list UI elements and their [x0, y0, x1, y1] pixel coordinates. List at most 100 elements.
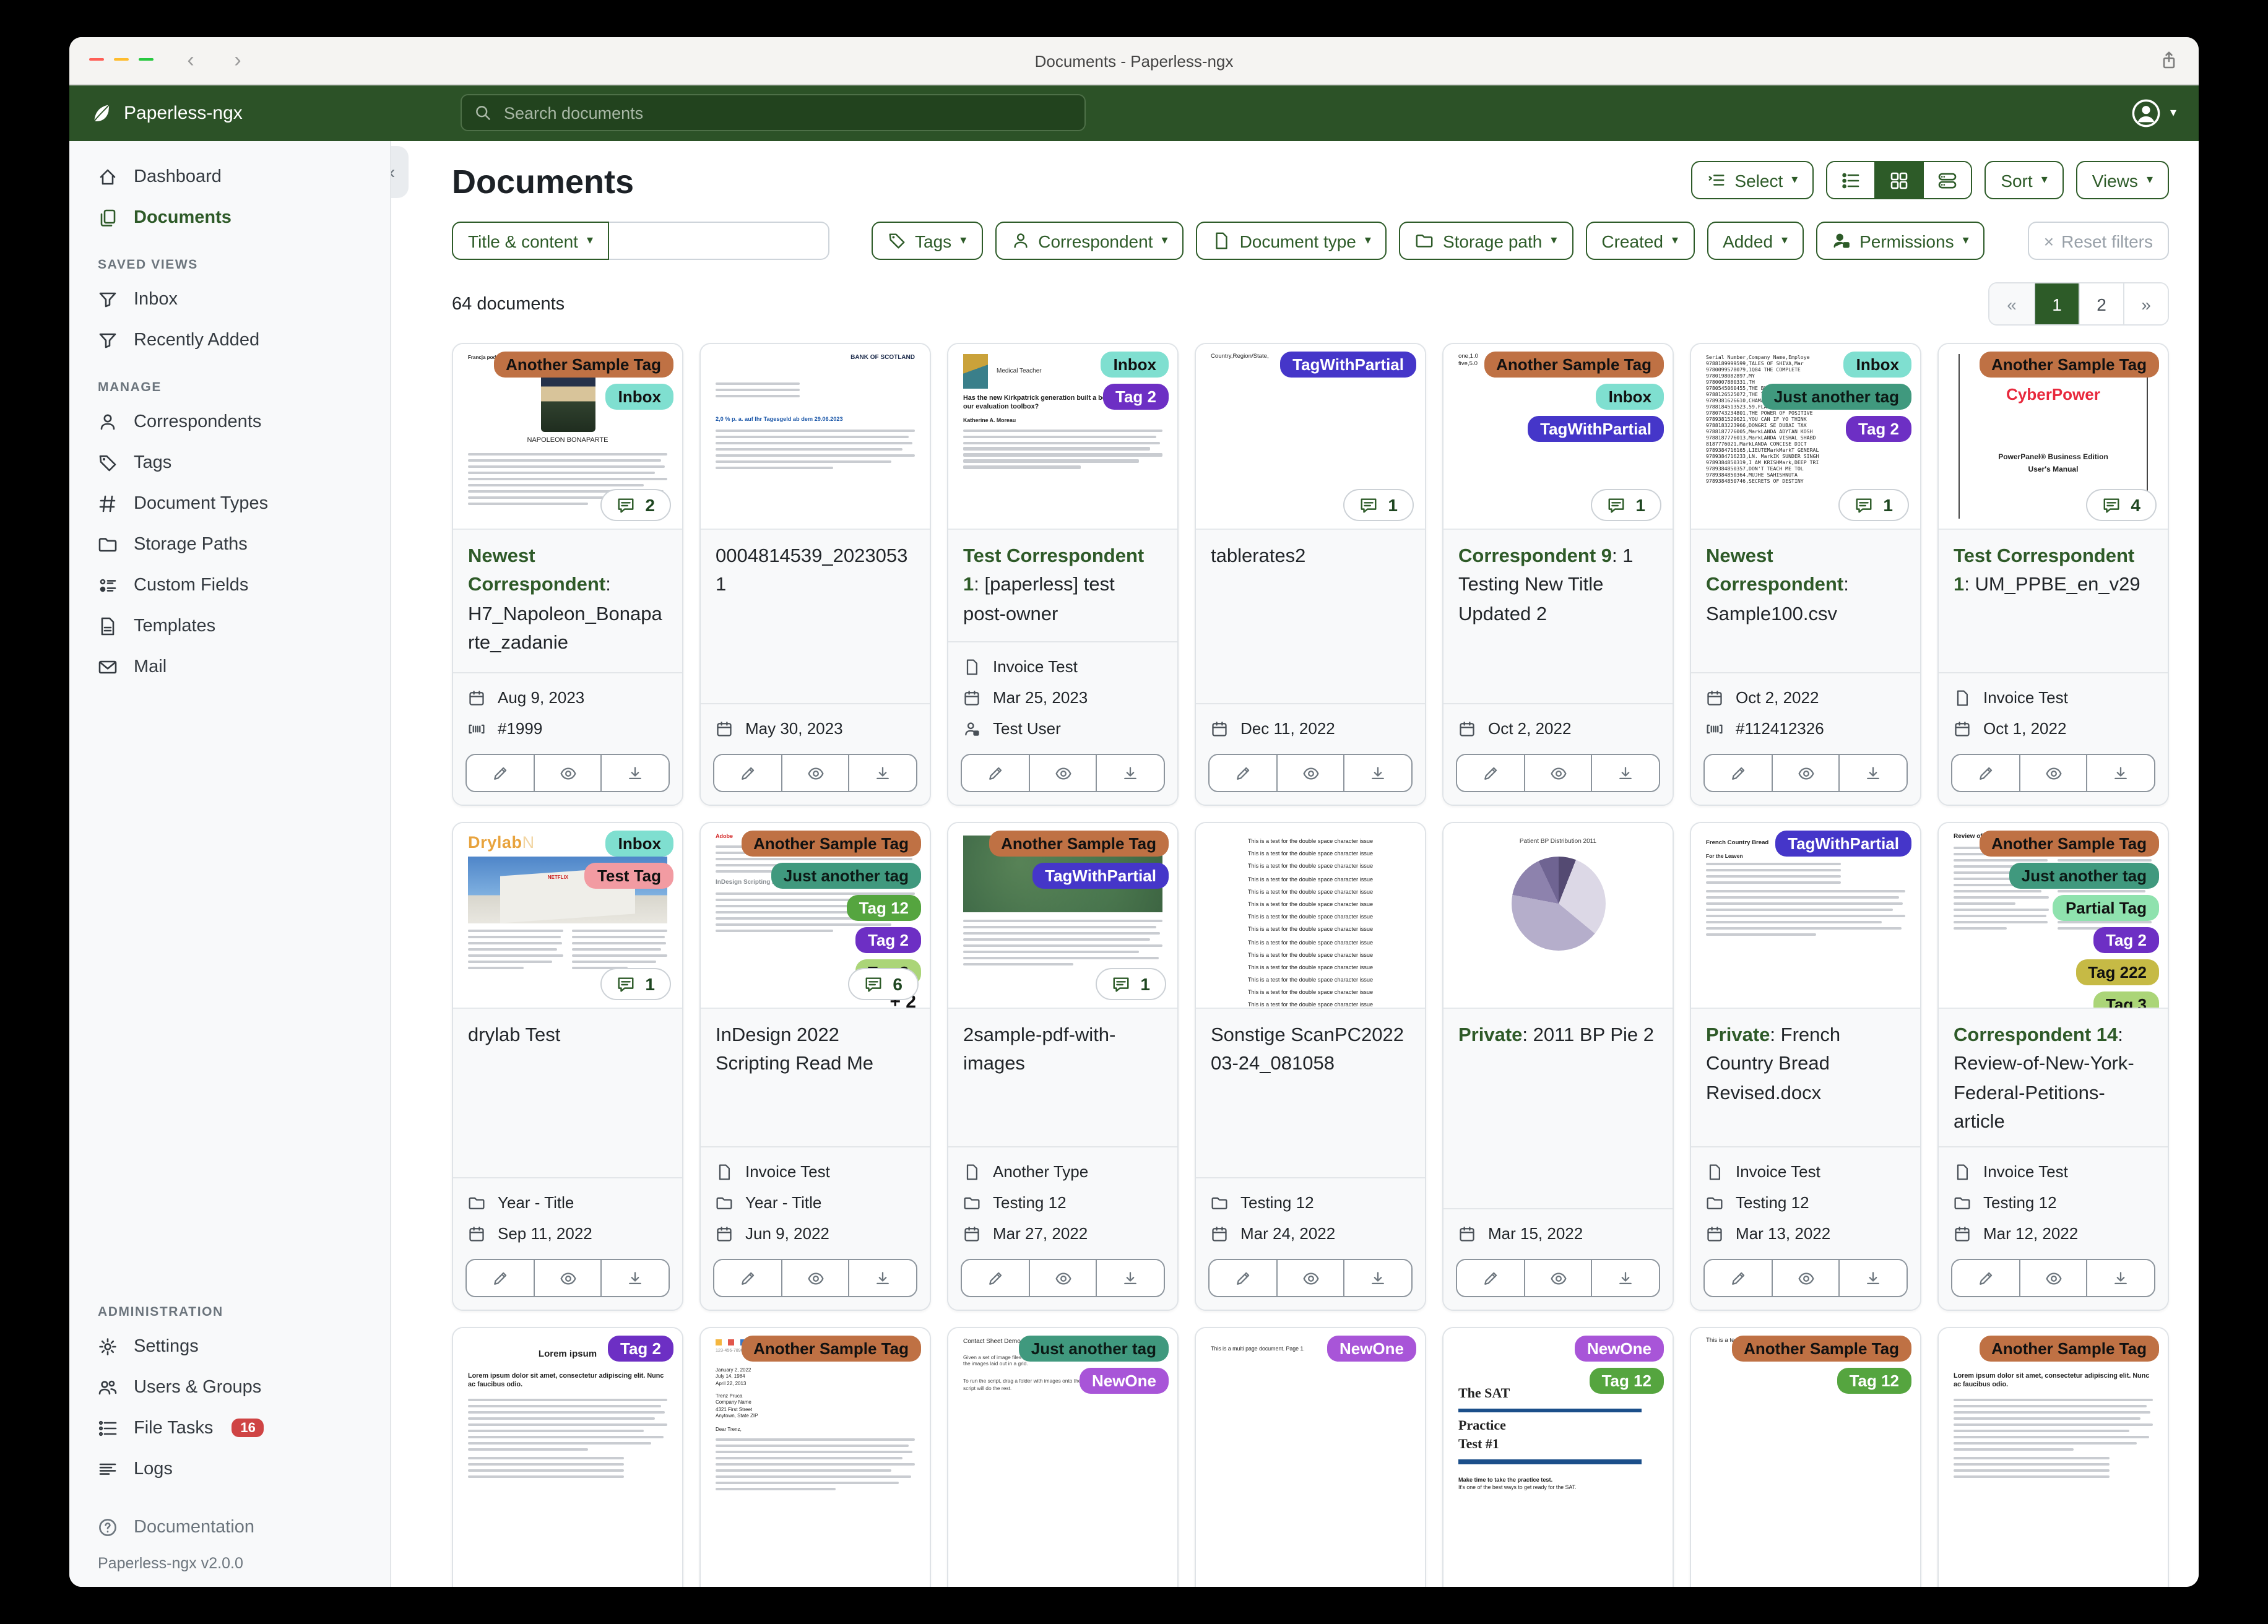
document-card[interactable]: Lorem ipsumLorem ipsum dolor sit amet, c… [1937, 1327, 2169, 1587]
view-button[interactable] [1276, 755, 1344, 791]
edit-button[interactable] [1210, 1260, 1276, 1296]
tag-badge[interactable]: Just another tag [771, 863, 921, 889]
search-field-selector[interactable]: Title & content ▾ [452, 222, 610, 260]
tag-badge[interactable]: Another Sample Tag [1484, 352, 1664, 378]
document-thumbnail[interactable]: Medical Teacher Has the new Kirkpatrick g… [948, 344, 1177, 530]
edit-button[interactable] [962, 755, 1029, 791]
document-title[interactable]: InDesign 2022 Scripting Read Me [701, 1009, 930, 1147]
view-button[interactable] [1771, 1260, 1839, 1296]
document-card[interactable]: Lorem ipsumLorem ipsum dolor sit amet, c… [452, 1327, 683, 1587]
tag-badge[interactable]: Another Sample Tag [1731, 1336, 1911, 1362]
edit-button[interactable] [1705, 755, 1772, 791]
tag-badge[interactable]: TagWithPartial [1032, 863, 1169, 889]
filter-tags-button[interactable]: Tags ▾ [872, 222, 983, 260]
tag-badge[interactable]: NewOne [1079, 1368, 1169, 1394]
document-thumbnail[interactable]: Another Sample Tag TagWithPartial 1 [948, 823, 1177, 1009]
sidebar-item-file-tasks[interactable]: File Tasks 16 [69, 1407, 390, 1448]
sidebar-item-storage-paths[interactable]: Storage Paths [69, 524, 390, 564]
tag-badge[interactable]: Another Sample Tag [1979, 352, 2159, 378]
document-thumbnail[interactable]: This is a multi page document. Page 1. Ne… [1196, 1328, 1425, 1587]
document-card[interactable]: Patient BP Distribution 2011 Private: 201… [1442, 822, 1674, 1311]
document-card[interactable]: DrylabN NETFLIX Inbox Test Tag 1 drylab Test Y… [452, 822, 683, 1311]
download-button[interactable] [848, 755, 916, 791]
tag-badge[interactable]: Another Sample Tag [741, 831, 921, 857]
tag-badge[interactable]: NewOne [1327, 1336, 1416, 1362]
select-button[interactable]: Select ▾ [1691, 161, 1814, 199]
document-title[interactable]: Test Correspondent 1: UM_PPBE_en_v29 [1939, 530, 2168, 673]
sidebar-item-mail[interactable]: Mail [69, 646, 390, 687]
view-button[interactable] [2019, 755, 2087, 791]
sidebar-item-custom-fields[interactable]: Custom Fields [69, 564, 390, 605]
document-card[interactable]: This is a multi page document. Page 1. Ne… [1195, 1327, 1426, 1587]
document-card[interactable]: Test Name123-456-7890January 2, 2022July… [699, 1327, 931, 1587]
edit-button[interactable] [467, 1260, 534, 1296]
document-title[interactable]: Sonstige ScanPC2022 03-24_081058 [1196, 1009, 1425, 1178]
document-thumbnail[interactable]: Francja pod r NAPOLEON BONAPARTE Another S… [453, 344, 682, 530]
document-card[interactable]: Country,Region/State, TagWithPartial 1 tabl… [1195, 343, 1426, 806]
document-thumbnail[interactable]: DrylabN NETFLIX Inbox Test Tag 1 [453, 823, 682, 1009]
filter-added-button[interactable]: Added ▾ [1707, 222, 1804, 260]
tag-badge[interactable]: Inbox [1843, 352, 1911, 378]
download-button[interactable] [1591, 1260, 1659, 1296]
document-title[interactable]: 2sample-pdf-with-images [948, 1009, 1177, 1147]
document-title[interactable]: drylab Test [453, 1009, 682, 1178]
edit-button[interactable] [1705, 1260, 1772, 1296]
download-button[interactable] [600, 755, 669, 791]
download-button[interactable] [848, 1260, 916, 1296]
document-thumbnail[interactable]: CyberPower PowerPanel® Business Edition Us… [1939, 344, 2168, 530]
tag-badge[interactable]: Another Sample Tag [989, 831, 1169, 857]
document-thumbnail[interactable]: one,1.0 five,5.0 Another Sample Tag Inbox Ta… [1443, 344, 1673, 530]
view-button[interactable] [1771, 755, 1839, 791]
document-card[interactable]: This is a test Another Sample Tag Tag 12 [1690, 1327, 1921, 1587]
sidebar-item-tags[interactable]: Tags [69, 442, 390, 483]
reset-filters-button[interactable]: × Reset filters [2027, 222, 2169, 260]
tag-badge[interactable]: Another Sample Tag [1979, 1336, 2159, 1362]
download-button[interactable] [1096, 755, 1164, 791]
view-button[interactable] [2019, 1260, 2087, 1296]
view-button[interactable] [781, 755, 849, 791]
document-thumbnail[interactable]: This is a test for the double space char… [1196, 823, 1425, 1009]
tag-badge[interactable]: Another Sample Tag [493, 352, 673, 378]
download-button[interactable] [1838, 1260, 1907, 1296]
document-thumbnail[interactable]: French Country Bread For the Leaven TagWit… [1691, 823, 1920, 1009]
view-button[interactable] [1276, 1260, 1344, 1296]
tag-badge[interactable]: Tag 12 [846, 895, 921, 921]
filter-storage-path-button[interactable]: Storage path ▾ [1399, 222, 1573, 260]
sidebar-item-documents[interactable]: Documents [69, 197, 390, 238]
tag-badge[interactable]: Tag 2 [608, 1336, 673, 1362]
view-button[interactable] [1028, 1260, 1096, 1296]
edit-button[interactable] [1952, 755, 2019, 791]
document-card[interactable]: Serial Number,Company Name,Employe 978818… [1690, 343, 1921, 806]
title-content-input[interactable] [609, 222, 830, 260]
document-thumbnail[interactable]: Contact Sheet Demo Given a set of image f… [948, 1328, 1177, 1587]
tag-badge[interactable]: Another Sample Tag [741, 1336, 921, 1362]
sidebar-item-correspondents[interactable]: Correspondents [69, 401, 390, 442]
document-thumbnail[interactable]: Country,Region/State, TagWithPartial 1 [1196, 344, 1425, 530]
view-button[interactable] [1028, 755, 1096, 791]
sidebar-item-document-types[interactable]: Document Types [69, 483, 390, 524]
document-card[interactable]: The SAT Practice Test #1 Make time to take … [1442, 1327, 1674, 1587]
download-button[interactable] [2086, 755, 2154, 791]
edit-button[interactable] [467, 755, 534, 791]
tag-badge[interactable]: Just another tag [1761, 384, 1911, 410]
document-card[interactable]: BANK OF SCOTLAND 2,0 % p. a. auf Ihr Tage… [699, 343, 931, 806]
tag-badge[interactable]: Tag 12 [1837, 1368, 1911, 1394]
view-button[interactable] [533, 755, 601, 791]
document-thumbnail[interactable]: The SAT Practice Test #1 Make time to take … [1443, 1328, 1673, 1587]
tag-badge[interactable]: TagWithPartial [1775, 831, 1911, 857]
document-title[interactable]: 0004814539_20230531 [701, 530, 930, 704]
view-button[interactable] [781, 1260, 849, 1296]
document-card[interactable]: Adobe InDesign Scripting Documentation Ano… [699, 822, 931, 1311]
views-button[interactable]: Views ▾ [2075, 161, 2169, 199]
tag-badge[interactable]: Tag 222 [2075, 959, 2159, 985]
tag-badge[interactable]: Tag 2 [1846, 416, 1911, 442]
view-button[interactable] [1523, 755, 1591, 791]
view-button[interactable] [1523, 1260, 1591, 1296]
tag-badge[interactable]: Inbox [605, 384, 673, 410]
search-input[interactable] [501, 102, 1072, 123]
filter-created-button[interactable]: Created ▾ [1585, 222, 1695, 260]
document-thumbnail[interactable]: Test Name123-456-7890January 2, 2022July… [701, 1328, 930, 1587]
document-title[interactable]: Newest Correspondent: Sample100.csv [1691, 530, 1920, 673]
pagination-prev[interactable]: « [1989, 283, 2034, 324]
document-title[interactable]: Correspondent 14: Review-of-New-York-Fed… [1939, 1009, 2168, 1147]
